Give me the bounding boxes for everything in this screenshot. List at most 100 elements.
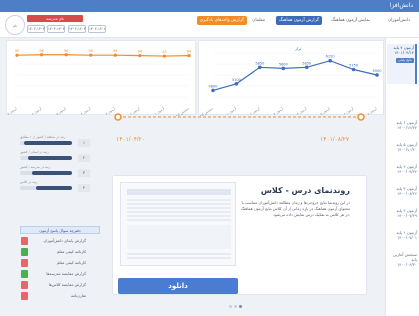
year-pill-3[interactable]: ۱۴۰۲-۱۴۰۳ (68, 25, 86, 33)
sidebar-item-baseline[interactable]: سنجش آغازین پایه ۱۴۰۰/۰۶/۳۰ (387, 252, 417, 267)
data-point (328, 58, 332, 63)
status-badge: نتایج پایانی (395, 58, 414, 63)
data-point (162, 54, 167, 58)
data-label: 96 (64, 49, 68, 53)
timeline-end-dot (357, 113, 365, 121)
data-point (113, 53, 117, 57)
year-pill-1[interactable]: ۱۴۰۲-۱۴۰۳ (27, 25, 45, 33)
x-tick-label: آزمون ۵ (56, 106, 67, 116)
excel-icon (21, 270, 28, 278)
year-pill-4[interactable]: ۱۴۰۲-۱۴۰۱ (88, 25, 106, 33)
carousel-dot[interactable] (229, 305, 232, 308)
timeline-end-date: ۱۴۰۱/۰۸/۲۷ (320, 137, 350, 143)
tab-students[interactable]: دانش‌آموزان (385, 16, 413, 25)
progress-label: رتبه در مدرسه / کشور (20, 165, 51, 169)
download-button[interactable]: دانلود (118, 278, 238, 294)
pdf-icon (21, 292, 28, 300)
report-label: گزارش مقایسه مدرسه‌ها (46, 271, 86, 276)
data-label: 94 (138, 50, 142, 54)
sidebar-item-exam-5[interactable]: آزمون ۵ پایه ۱۴۰۰/۱۰/۲۰ (387, 142, 418, 152)
progress-value: ۴ (78, 184, 90, 192)
data-label: 95 (89, 49, 93, 53)
progress-fill (24, 141, 72, 145)
data-label: 6150 (326, 55, 335, 59)
header: نام نام مدرسه ۱۴۰۲-۱۴۰۳ ۱۴۰۳-۱۴۰۲ ۱۴۰۲-۱… (0, 12, 419, 38)
report-label: گزارش مقایسه کلاس‌ها (48, 282, 86, 287)
exam-sidebar: آزمون ۷ پایه ۱۴۰۱/۰۴/۱۴ نتایج پایانی آزم… (385, 38, 419, 316)
report-header: دفترچه سوال پاسخ آزمون (20, 226, 100, 234)
sidebar-item-date: ۱۴۰۰/۱۰/۲۰ (397, 147, 417, 152)
progress-fill (32, 171, 72, 175)
school-name: نام مدرسه (27, 15, 83, 22)
sidebar-item-exam-7[interactable]: آزمون ۷ پایه ۱۴۰۱/۰۴/۱۴ نتایج پایانی (387, 44, 417, 84)
data-point (375, 73, 379, 77)
sidebar-item-exam-2[interactable]: آزمون ۲ پایه ۱۴۰۰/۰۷/۲۹ (387, 208, 418, 218)
timeline-start-date: ۱۴۰۱/۰۴/۲۰ (116, 137, 145, 143)
series-label: تراز (294, 46, 301, 51)
progress-fill (36, 186, 72, 190)
timeline: ۱۴۰۱/۰۴/۲۰ ۱۴۰۱/۰۸/۲۷ (112, 111, 367, 171)
progress-label: رتبه در کلاس (20, 180, 38, 184)
data-point (304, 65, 309, 70)
carousel-dot[interactable] (234, 305, 237, 308)
x-tick-label: آزمون ۶ (31, 106, 42, 116)
data-label: 5500 (373, 69, 382, 73)
report-item[interactable]: گزارش مقایسه مدرسه‌ها (20, 269, 100, 279)
sidebar-item-date: ۱۴۰۰/۰۷/۰۱ (397, 235, 417, 240)
sidebar-item-date: ۱۴۰۰/۱۲/۲۴ (397, 125, 417, 130)
progress-track (20, 141, 72, 145)
progress-label: رتبه در استان / کشور (20, 150, 49, 154)
trend-card: روندنمای درس - کلاس در این روندنما نتایج… (112, 175, 367, 295)
data-label: 4800 (209, 84, 218, 88)
data-point (258, 65, 262, 70)
tab-exam-view[interactable]: نمایش آزمون هماهنگ (328, 16, 373, 25)
x-tick-label: آزمون ۴ (80, 106, 91, 116)
progress-row: رتبه در مدرسه / کشور ۳ (20, 165, 100, 177)
report-label: کارنامه کیفی معلم (56, 249, 86, 254)
pdf-icon (21, 237, 28, 245)
progress-track (20, 156, 72, 160)
sidebar-item-exam-6[interactable]: آزمون ۶ پایه ۱۴۰۰/۱۲/۲۴ (387, 120, 418, 130)
avatar[interactable]: نام (5, 15, 25, 35)
data-label: 96 (39, 49, 43, 53)
line-chart-panel: 4800سنجش آغازین5100آزمون ۱5850آزمون ۲580… (196, 40, 384, 121)
tab-exam-report[interactable]: گزارش آزمون هماهنگ (275, 16, 322, 25)
report-item[interactable]: کارنامه کیفی معلم (20, 258, 100, 268)
sidebar-item-date: ۱۴۰۱/۰۴/۱۴ (394, 50, 414, 55)
brand-name: دانش‌افزا (389, 2, 413, 9)
sidebar-item-exam-1[interactable]: آزمون ۱ پایه ۱۴۰۰/۰۷/۰۱ (387, 230, 418, 240)
timeline-start-dot (114, 113, 122, 121)
data-point (39, 53, 44, 57)
data-label: 5100 (232, 78, 241, 82)
report-item[interactable]: تقارن‌نامه (20, 291, 100, 301)
x-tick-label: آزمون ۷ (366, 106, 377, 116)
bar-chart-panel: 95 آزمون ۷ 96 آزمون ۶ 96 آزمون ۵ 95 آزمون ۴ 95 آز… (6, 40, 196, 121)
report-item[interactable]: گزارش پایه‌ای دانش‌آموزان (20, 236, 100, 246)
card-description: در این روندنما نتایج خروجی‌ها و زمان مطا… (240, 200, 350, 217)
data-label: 5800 (279, 62, 288, 66)
sidebar-item-exam-3[interactable]: آزمون ۳ پایه ۱۴۰۰/۰۸/۲۶ (387, 186, 418, 196)
report-label: تقارن‌نامه (70, 293, 86, 298)
carousel-dot[interactable] (239, 305, 242, 308)
tab-learning-units[interactable]: گزارش واحدهای یادگیری (196, 16, 247, 25)
data-point (234, 82, 239, 86)
data-point (89, 53, 93, 57)
progress-row: رتبه در استان / کشور ۲ (20, 150, 100, 162)
report-item[interactable]: کارنامه کیفی معلم (20, 247, 100, 257)
progress-fill (28, 156, 72, 160)
data-point (15, 53, 19, 57)
report-item[interactable]: گزارش مقایسه کلاس‌ها (20, 280, 100, 290)
sidebar-item-exam-4[interactable]: آزمون ۴ پایه ۱۴۰۰/۰۹/۲۴ (387, 164, 418, 174)
data-point (281, 66, 286, 71)
card-title: روندنمای درس - کلاس (260, 186, 350, 195)
data-label: 95 (15, 49, 19, 53)
line-chart: 4800سنجش آغازین5100آزمون ۱5850آزمون ۲580… (196, 46, 382, 121)
report-label: گزارش پایه‌ای دانش‌آموزان (43, 238, 86, 243)
progress-value: ۲ (78, 154, 90, 162)
tab-teachers[interactable]: معلمان (249, 16, 268, 25)
data-point (187, 54, 191, 58)
progress-value: ۳ (78, 169, 90, 177)
excel-icon (21, 248, 28, 256)
carousel-dots (228, 304, 243, 310)
year-pill-2[interactable]: ۱۴۰۳-۱۴۰۲ (47, 25, 65, 33)
